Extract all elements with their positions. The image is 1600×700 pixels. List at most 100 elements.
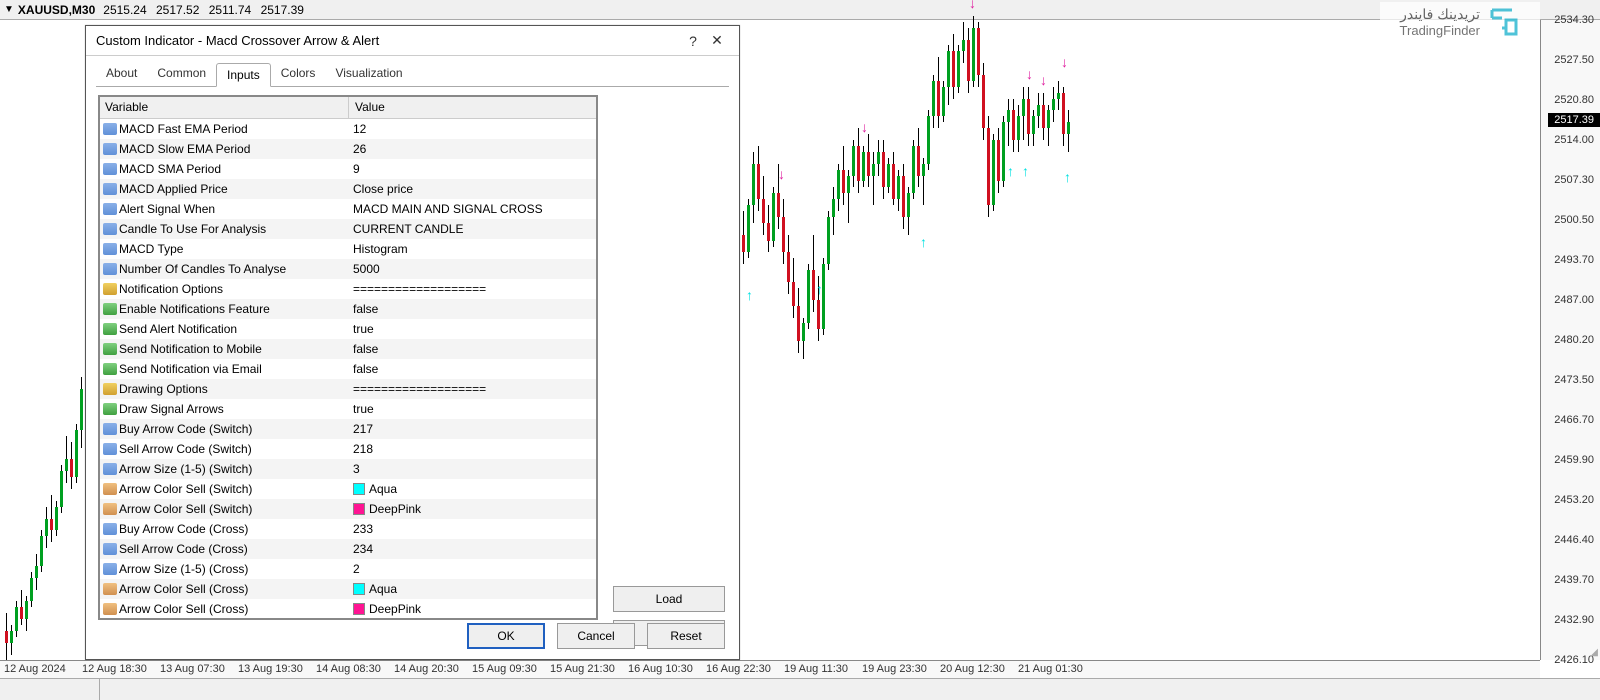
input-value-cell[interactable]: 2 bbox=[349, 562, 597, 576]
tab-visualization[interactable]: Visualization bbox=[325, 62, 412, 86]
input-value-cell[interactable]: =================== bbox=[349, 382, 597, 396]
input-value-cell[interactable]: =================== bbox=[349, 282, 597, 296]
price-tick: 2500.50 bbox=[1554, 214, 1594, 226]
price-tick: 2459.90 bbox=[1554, 454, 1594, 466]
ohlc-prices: 2515.24 2517.52 2511.74 2517.39 bbox=[103, 3, 310, 17]
input-row[interactable]: Drawing Options=================== bbox=[99, 379, 597, 399]
input-row[interactable]: Buy Arrow Code (Cross)233 bbox=[99, 519, 597, 539]
price-tick: 2446.40 bbox=[1554, 534, 1594, 546]
input-value-cell[interactable]: false bbox=[349, 302, 597, 316]
input-value-cell[interactable]: 26 bbox=[349, 142, 597, 156]
input-row[interactable]: Send Notification via Emailfalse bbox=[99, 359, 597, 379]
chart-resize-grip[interactable]: ◢ bbox=[1590, 647, 1598, 658]
input-row[interactable]: Alert Signal WhenMACD MAIN AND SIGNAL CR… bbox=[99, 199, 597, 219]
tradingfinder-icon bbox=[1488, 6, 1520, 38]
input-row[interactable]: Notification Options=================== bbox=[99, 279, 597, 299]
color-swatch bbox=[353, 603, 365, 615]
input-value-cell[interactable]: DeepPink bbox=[349, 502, 597, 516]
input-row[interactable]: Arrow Size (1-5) (Cross)2 bbox=[99, 559, 597, 579]
header-value[interactable]: Value bbox=[349, 96, 597, 118]
input-variable-name: Send Alert Notification bbox=[119, 322, 349, 336]
input-row[interactable]: Arrow Color Sell (Switch)DeepPink bbox=[99, 499, 597, 519]
input-variable-name: Arrow Color Sell (Switch) bbox=[119, 482, 349, 496]
input-value-text: false bbox=[353, 302, 378, 316]
buy-signal-arrow: ↑ bbox=[1007, 164, 1014, 178]
input-value-cell[interactable]: 218 bbox=[349, 442, 597, 456]
input-value-cell[interactable]: Close price bbox=[349, 182, 597, 196]
header-variable[interactable]: Variable bbox=[99, 96, 349, 118]
dialog-titlebar[interactable]: Custom Indicator - Macd Crossover Arrow … bbox=[86, 26, 739, 56]
input-value-cell[interactable]: 217 bbox=[349, 422, 597, 436]
input-value-cell[interactable]: false bbox=[349, 342, 597, 356]
input-row[interactable]: MACD Slow EMA Period26 bbox=[99, 139, 597, 159]
input-value-text: Aqua bbox=[369, 582, 397, 596]
input-row[interactable]: Sell Arrow Code (Cross)234 bbox=[99, 539, 597, 559]
sell-signal-arrow: ↓ bbox=[778, 167, 785, 181]
price-tick: 2473.50 bbox=[1554, 374, 1594, 386]
input-value-cell[interactable]: DeepPink bbox=[349, 602, 597, 616]
ok-button[interactable]: OK bbox=[467, 623, 545, 649]
input-row[interactable]: Arrow Color Sell (Cross)DeepPink bbox=[99, 599, 597, 619]
input-value-cell[interactable]: Histogram bbox=[349, 242, 597, 256]
input-value-cell[interactable]: true bbox=[349, 322, 597, 336]
input-variable-name: MACD SMA Period bbox=[119, 162, 349, 176]
input-value-text: MACD MAIN AND SIGNAL CROSS bbox=[353, 202, 543, 216]
input-row[interactable]: Arrow Color Sell (Switch)Aqua bbox=[99, 479, 597, 499]
input-row[interactable]: Candle To Use For AnalysisCURRENT CANDLE bbox=[99, 219, 597, 239]
price-tick: 2426.10 bbox=[1554, 654, 1594, 666]
price-tick: 2520.80 bbox=[1554, 94, 1594, 106]
input-value-cell[interactable]: true bbox=[349, 402, 597, 416]
reset-button[interactable]: Reset bbox=[647, 623, 725, 649]
input-value-cell[interactable]: MACD MAIN AND SIGNAL CROSS bbox=[349, 202, 597, 216]
input-row[interactable]: MACD SMA Period9 bbox=[99, 159, 597, 179]
input-variable-name: Arrow Size (1-5) (Switch) bbox=[119, 462, 349, 476]
load-button[interactable]: Load bbox=[613, 586, 725, 612]
color-type-icon bbox=[103, 603, 117, 615]
input-value-cell[interactable]: 233 bbox=[349, 522, 597, 536]
input-row[interactable]: MACD Applied PriceClose price bbox=[99, 179, 597, 199]
input-row[interactable]: Enable Notifications Featurefalse bbox=[99, 299, 597, 319]
input-row[interactable]: Draw Signal Arrowstrue bbox=[99, 399, 597, 419]
price-tick: 2507.30 bbox=[1554, 174, 1594, 186]
input-value-cell[interactable]: 234 bbox=[349, 542, 597, 556]
input-row[interactable]: Number Of Candles To Analyse5000 bbox=[99, 259, 597, 279]
input-row[interactable]: MACD TypeHistogram bbox=[99, 239, 597, 259]
buy-signal-arrow: ↑ bbox=[816, 282, 823, 296]
tab-common[interactable]: Common bbox=[147, 62, 216, 86]
input-variable-name: MACD Fast EMA Period bbox=[119, 122, 349, 136]
input-value-cell[interactable]: 5000 bbox=[349, 262, 597, 276]
input-row[interactable]: Send Alert Notificationtrue bbox=[99, 319, 597, 339]
input-row[interactable]: MACD Fast EMA Period12 bbox=[99, 119, 597, 139]
input-row[interactable]: Send Notification to Mobilefalse bbox=[99, 339, 597, 359]
input-row[interactable]: Sell Arrow Code (Switch)218 bbox=[99, 439, 597, 459]
input-value-text: =================== bbox=[353, 382, 486, 396]
time-tick: 19 Aug 11:30 bbox=[784, 661, 848, 677]
input-value-cell[interactable]: 3 bbox=[349, 462, 597, 476]
chart-menu-arrow[interactable]: ▼ bbox=[4, 4, 14, 15]
cancel-button[interactable]: Cancel bbox=[557, 623, 635, 649]
input-row[interactable]: Buy Arrow Code (Switch)217 bbox=[99, 419, 597, 439]
input-row[interactable]: Arrow Color Sell (Cross)Aqua bbox=[99, 579, 597, 599]
help-icon[interactable]: ? bbox=[681, 33, 705, 49]
input-value-text: 217 bbox=[353, 422, 373, 436]
bool-type-icon bbox=[103, 303, 117, 315]
input-value-cell[interactable]: Aqua bbox=[349, 582, 597, 596]
input-value-cell[interactable]: Aqua bbox=[349, 482, 597, 496]
tab-about[interactable]: About bbox=[96, 62, 147, 86]
num-type-icon bbox=[103, 163, 117, 175]
input-variable-name: Sell Arrow Code (Cross) bbox=[119, 542, 349, 556]
input-value-text: DeepPink bbox=[369, 502, 421, 516]
sell-signal-arrow: ↓ bbox=[1026, 67, 1033, 81]
color-swatch bbox=[353, 503, 365, 515]
input-value-cell[interactable]: 12 bbox=[349, 122, 597, 136]
input-value-cell[interactable]: 9 bbox=[349, 162, 597, 176]
time-tick: 15 Aug 21:30 bbox=[550, 661, 615, 677]
tab-inputs[interactable]: Inputs bbox=[216, 63, 271, 87]
input-value-cell[interactable]: false bbox=[349, 362, 597, 376]
input-row[interactable]: Arrow Size (1-5) (Switch)3 bbox=[99, 459, 597, 479]
tab-colors[interactable]: Colors bbox=[271, 62, 326, 86]
bool-type-icon bbox=[103, 343, 117, 355]
close-icon[interactable]: ✕ bbox=[705, 32, 729, 49]
chart-tab-area[interactable] bbox=[0, 679, 100, 700]
input-value-cell[interactable]: CURRENT CANDLE bbox=[349, 222, 597, 236]
